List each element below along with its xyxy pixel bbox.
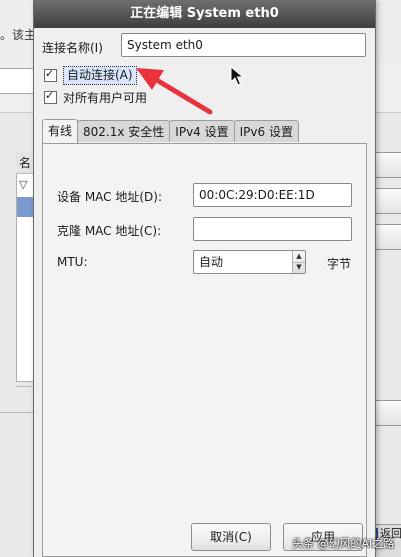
all-users-checkbox[interactable] — [44, 89, 57, 104]
tab-wired[interactable]: 有线 — [42, 119, 79, 143]
mtu-label: MTU: — [57, 255, 88, 269]
device-mac-label: 设备 MAC 地址(D): — [57, 190, 163, 204]
auto-connect-checkbox[interactable] — [44, 67, 57, 82]
device-mac-input[interactable]: 00:0C:29:D0:EE:1D — [193, 183, 352, 207]
tab-ipv6-settings[interactable]: IPv6 设置 — [233, 120, 299, 142]
background-divider — [0, 412, 36, 413]
auto-connect-row[interactable]: 自动连接(A) — [44, 65, 137, 85]
cancel-button[interactable]: 取消(C) — [191, 523, 271, 551]
background-side-button[interactable] — [374, 188, 401, 214]
mouse-pointer-icon — [230, 66, 244, 86]
background-side-button[interactable] — [374, 224, 401, 250]
edit-connection-dialog: 正在编辑 System eth0 连接名称(I) System eth0 自动连… — [34, 0, 375, 557]
wired-tab-panel: 设备 MAC 地址(D): 00:0C:29:D0:EE:1D 克隆 MAC 地… — [42, 143, 367, 557]
mtu-unit-label: 字节 — [327, 257, 352, 271]
settings-tabs: 有线 802.1x 安全性 IPv4 设置 IPv6 设置 — [42, 119, 299, 143]
cloned-mac-label: 克隆 MAC 地址(C): — [57, 224, 162, 238]
dialog-title[interactable]: 正在编辑 System eth0 — [34, 0, 375, 28]
tab-ipv4-settings[interactable]: IPv4 设置 — [169, 120, 235, 142]
background-input[interactable] — [0, 68, 35, 94]
all-users-row[interactable]: 对所有用户可用 — [44, 88, 147, 106]
auto-connect-label[interactable]: 自动连接(A) — [63, 65, 137, 85]
tab-8021x-security[interactable]: 802.1x 安全性 — [77, 120, 171, 142]
mtu-spinbox[interactable]: 自动 ▲ ▼ — [193, 250, 306, 274]
mtu-spin-buttons: ▲ ▼ — [292, 251, 305, 273]
mtu-value: 自动 — [199, 255, 224, 269]
all-users-label[interactable]: 对所有用户可用 — [63, 89, 147, 106]
connection-name-input[interactable]: System eth0 — [121, 33, 366, 57]
background-side-button[interactable] — [374, 400, 401, 426]
cloned-mac-input[interactable] — [193, 217, 352, 241]
spin-down-icon[interactable]: ▼ — [293, 262, 305, 273]
expander-icon[interactable]: ▽ — [19, 178, 27, 191]
screen: 。该主 名 ▽ 返回 正在编辑 System eth0 连接名称(I) Syst… — [0, 0, 401, 557]
watermark: 头条 @幻风的AI之路 — [292, 537, 395, 550]
background-partial-text: 。该主 — [0, 28, 37, 42]
background-side-button[interactable] — [374, 152, 401, 178]
connection-name-label: 连接名称(I) — [42, 40, 103, 55]
connection-name-row: 连接名称(I) — [42, 35, 103, 59]
